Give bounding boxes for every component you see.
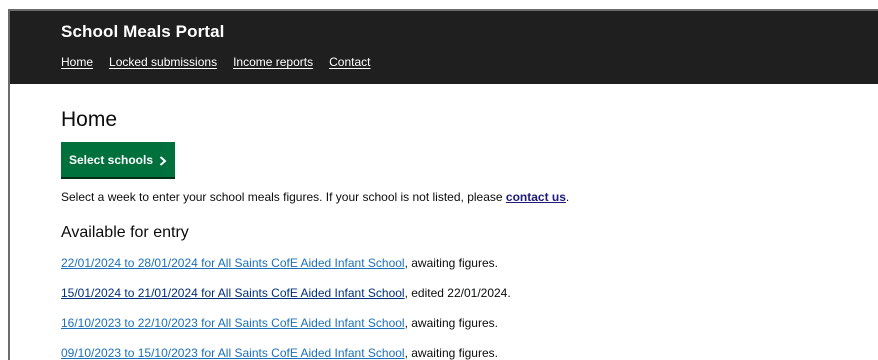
available-for-entry-heading: Available for entry [61,224,189,241]
entry-link[interactable]: 09/10/2023 to 15/10/2023 for All Saints … [61,346,405,360]
service-name[interactable]: School Meals Portal [61,22,224,42]
intro-end: . [565,190,570,204]
list-item: 22/01/2024 to 28/01/2024 for All Saints … [61,256,511,286]
primary-nav: Home Locked submissions Income reports C… [61,55,370,69]
entry-status: , awaiting figures. [404,346,498,360]
nav-link-locked-submissions[interactable]: Locked submissions [109,55,217,69]
select-schools-label: Select schools [68,152,154,167]
entry-status: , edited 22/01/2024. [404,286,511,300]
entry-link[interactable]: 16/10/2023 to 22/10/2023 for All Saints … [61,316,405,330]
entries-list: 22/01/2024 to 28/01/2024 for All Saints … [61,256,511,360]
list-item: 15/01/2024 to 21/01/2024 for All Saints … [61,286,511,316]
nav-link-home[interactable]: Home [61,55,93,69]
intro-paragraph: Select a week to enter your school meals… [61,190,569,204]
contact-us-link[interactable]: contact us [506,190,566,204]
entry-link[interactable]: 15/01/2024 to 21/01/2024 for All Saints … [61,286,405,300]
list-item: 16/10/2023 to 22/10/2023 for All Saints … [61,316,511,346]
site-header: School Meals Portal Home Locked submissi… [10,11,878,84]
nav-link-income-reports[interactable]: Income reports [233,55,313,69]
entry-status: , awaiting figures. [404,256,498,270]
entry-status: , awaiting figures. [404,316,498,330]
page-title: Home [61,108,118,131]
intro-text: Select a week to enter your school meals… [61,190,506,204]
chevron-right-icon [159,155,167,166]
list-item: 09/10/2023 to 15/10/2023 for All Saints … [61,346,511,360]
nav-link-contact[interactable]: Contact [329,55,370,69]
entry-link[interactable]: 22/01/2024 to 28/01/2024 for All Saints … [61,256,405,270]
page-frame: School Meals Portal Home Locked submissi… [8,9,878,360]
select-schools-button[interactable]: Select schools [61,142,175,177]
